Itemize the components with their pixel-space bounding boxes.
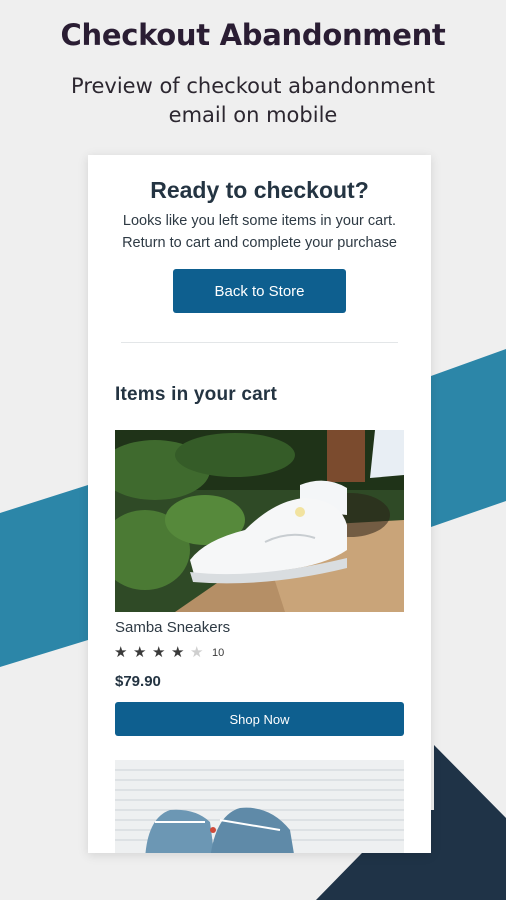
star-filled-icon: ★ bbox=[133, 644, 147, 661]
product-price: $79.90 bbox=[115, 673, 161, 690]
star-filled-icon: ★ bbox=[114, 644, 128, 661]
shop-now-button[interactable]: Shop Now bbox=[115, 702, 404, 736]
cart-heading: Items in your cart bbox=[115, 384, 277, 405]
email-heading: Ready to checkout? bbox=[150, 177, 369, 203]
product-name[interactable]: Samba Sneakers bbox=[115, 619, 230, 636]
divider bbox=[121, 342, 398, 343]
product-image-blue-sneakers[interactable] bbox=[115, 760, 404, 853]
email-preview-card: Ready to checkout? Looks like you left s… bbox=[88, 155, 431, 853]
page-title: Checkout Abandonment bbox=[60, 18, 446, 52]
page-subtitle: Preview of checkout abandonment email on… bbox=[71, 74, 435, 127]
star-empty-icon: ★ bbox=[190, 644, 204, 661]
blue-band-right bbox=[431, 349, 506, 527]
product-rating: ★ ★ ★ ★ ★ 10 bbox=[114, 643, 224, 663]
review-count: 10 bbox=[212, 647, 225, 659]
back-to-store-button[interactable]: Back to Store bbox=[173, 269, 346, 313]
star-filled-icon: ★ bbox=[152, 644, 166, 661]
blue-band-left bbox=[0, 485, 88, 667]
star-filled-icon: ★ bbox=[171, 644, 185, 661]
product-image-sneakers[interactable] bbox=[115, 430, 404, 612]
email-body-text: Looks like you left some items in your c… bbox=[122, 213, 397, 251]
